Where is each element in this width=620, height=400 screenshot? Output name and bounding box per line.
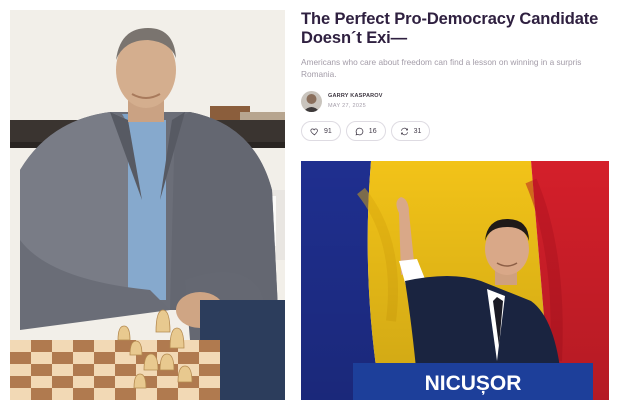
engagement-bar: 91 16 31 xyxy=(301,121,620,141)
subtitle-line-1: Americans who care about freedom can fin… xyxy=(301,57,582,67)
byline: GARRY KASPAROV MAY 27, 2025 xyxy=(301,90,620,112)
heart-icon xyxy=(310,127,318,135)
banner-text: NICUȘOR xyxy=(425,372,522,395)
article-subtitle: Americans who care about freedom can fin… xyxy=(301,56,620,80)
like-count: 91 xyxy=(324,127,332,135)
article-card: The Perfect Pro-Democracy Candidate Does… xyxy=(301,10,620,400)
restack-button[interactable]: 31 xyxy=(390,121,431,141)
comment-count: 16 xyxy=(368,127,377,135)
hero-image[interactable]: NICUȘOR xyxy=(301,161,609,400)
hero-illustration: NICUȘOR xyxy=(301,161,609,400)
subtitle-line-2: Romania. xyxy=(301,69,337,79)
portrait-illustration xyxy=(10,10,285,400)
like-button[interactable]: 91 xyxy=(301,121,341,141)
portrait-photo xyxy=(10,10,285,400)
comment-icon xyxy=(355,127,364,135)
restack-count: 31 xyxy=(413,127,422,135)
comment-button[interactable]: 16 xyxy=(345,121,386,141)
author-avatar[interactable] xyxy=(301,90,322,112)
author-name[interactable]: GARRY KASPAROV xyxy=(328,92,383,100)
publish-date: MAY 27, 2025 xyxy=(328,103,366,109)
article-title[interactable]: The Perfect Pro-Democracy Candidate Does… xyxy=(301,10,620,48)
restack-icon xyxy=(400,127,408,135)
